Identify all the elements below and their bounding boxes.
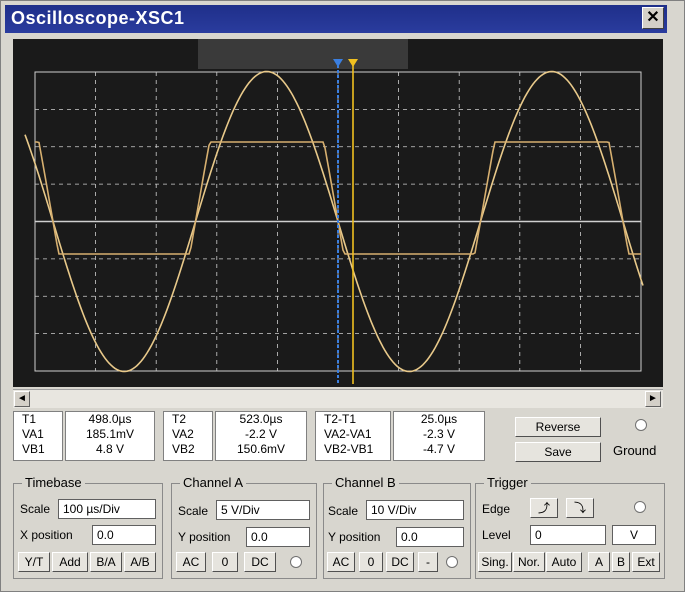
diff-values: 25.0µs -2.3 V -4.7 V [393,411,485,461]
trigger-single-button[interactable]: Sing. [478,552,512,572]
screen-glare [198,39,408,69]
channel-a-ac-button[interactable]: AC [176,552,206,572]
falling-edge-button[interactable]: ⤵ [566,498,594,518]
channel-a-ypos-field[interactable]: 0.0 [246,527,310,547]
channel-a-scale-label: Scale [178,504,209,518]
channel-a-scale-field[interactable]: 5 V/Div [216,500,310,520]
diff-label: T2-T1 [324,412,357,426]
channel-b-group: Channel B Scale 10 V/Div Y position 0.0 … [323,475,471,579]
va-diff-value: -2.3 V [422,427,455,441]
mode-ab-button[interactable]: A/B [124,552,156,572]
measurement-readout: T1 VA1 VB1 498.0µs 185.1mV 4.8 V T2 VA2 … [13,409,663,471]
diff-labels: T2-T1 VA2-VA1 VB2-VB1 [315,411,391,461]
mode-add-button[interactable]: Add [52,552,88,572]
ground-radio[interactable] [635,419,647,431]
channel-a-radio[interactable] [290,556,302,568]
scroll-right-button[interactable]: ► [645,391,661,407]
channel-b-ypos-field[interactable]: 0.0 [396,527,464,547]
channel-b-title: Channel B [332,475,399,490]
channel-b-scale-label: Scale [328,504,359,518]
trigger-radio[interactable] [634,501,646,513]
t1-labels: T1 VA1 VB1 [13,411,63,461]
close-button[interactable]: ✕ [642,7,664,29]
timebase-scale-label: Scale [20,502,51,516]
channel-b-ypos-label: Y position [328,530,381,544]
t2-time: 523.0µs [239,412,283,426]
mode-ba-button[interactable]: B/A [90,552,122,572]
vb1-value: 4.8 V [95,442,125,456]
trigger-edge-label: Edge [482,502,511,516]
trigger-group: Trigger Edge ⤴ ⤵ Level 0 V Sing. Nor. Au… [475,475,665,579]
scope-screen [13,39,663,387]
trigger-level-unit[interactable]: V [612,525,656,545]
trigger-level-label: Level [482,528,511,542]
diff-time: 25.0µs [420,412,458,426]
reverse-button[interactable]: Reverse [515,417,601,437]
channel-b-dc-button[interactable]: DC [386,552,414,572]
t1-label: T1 [22,412,37,426]
vb-diff-value: -4.7 V [422,442,455,456]
scope-display [13,39,663,387]
timebase-title: Timebase [22,475,85,490]
va2-value: -2.2 V [244,427,277,441]
va-diff-label: VA2-VA1 [324,427,372,441]
trigger-source-ext-button[interactable]: Ext [632,552,660,572]
trigger-auto-button[interactable]: Auto [546,552,582,572]
channel-a-zero-button[interactable]: 0 [212,552,238,572]
title-bar[interactable]: Oscilloscope-XSC1 ✕ [5,5,667,33]
mode-yt-button[interactable]: Y/T [18,552,50,572]
vb2-value: 150.6mV [236,442,286,456]
x-position-label: X position [20,528,73,542]
channel-a-dc-button[interactable]: DC [244,552,276,572]
channel-b-zero-button[interactable]: 0 [359,552,383,572]
vb1-label: VB1 [22,442,45,456]
window-title: Oscilloscope-XSC1 [11,8,185,28]
trigger-source-a-button[interactable]: A [588,552,610,572]
x-position-field[interactable]: 0.0 [92,525,156,545]
trigger-title: Trigger [484,475,531,490]
channel-a-group: Channel A Scale 5 V/Div Y position 0.0 A… [171,475,317,579]
oscilloscope-window: Oscilloscope-XSC1 ✕ ◄ ► T1 VA1 VB1 498.0… [0,0,685,592]
channel-b-scale-field[interactable]: 10 V/Div [366,500,464,520]
t2-label: T2 [172,412,187,426]
t2-labels: T2 VA2 VB2 [163,411,213,461]
channel-a-ypos-label: Y position [178,530,231,544]
t1-values: 498.0µs 185.1mV 4.8 V [65,411,155,461]
horizontal-scrollbar[interactable]: ◄ ► [13,389,663,408]
rising-edge-button[interactable]: ⤴ [530,498,558,518]
trigger-source-b-button[interactable]: B [612,552,630,572]
trigger-level-field[interactable]: 0 [530,525,606,545]
vb-diff-label: VB2-VB1 [324,442,374,456]
timebase-group: Timebase Scale 100 µs/Div X position 0.0… [13,475,163,579]
channel-a-title: Channel A [180,475,246,490]
channel-b-ac-button[interactable]: AC [327,552,355,572]
t2-values: 523.0µs -2.2 V 150.6mV [215,411,307,461]
scroll-left-button[interactable]: ◄ [14,391,30,407]
ground-label: Ground [613,443,657,458]
t1-time: 498.0µs [88,412,132,426]
timebase-scale-field[interactable]: 100 µs/Div [58,499,156,519]
va1-label: VA1 [22,427,44,441]
channel-b-radio[interactable] [446,556,458,568]
trigger-normal-button[interactable]: Nor. [513,552,545,572]
va2-label: VA2 [172,427,194,441]
channel-b-invert-button[interactable]: - [418,552,438,572]
va1-value: 185.1mV [85,427,135,441]
vb2-label: VB2 [172,442,195,456]
save-button[interactable]: Save [515,442,601,462]
